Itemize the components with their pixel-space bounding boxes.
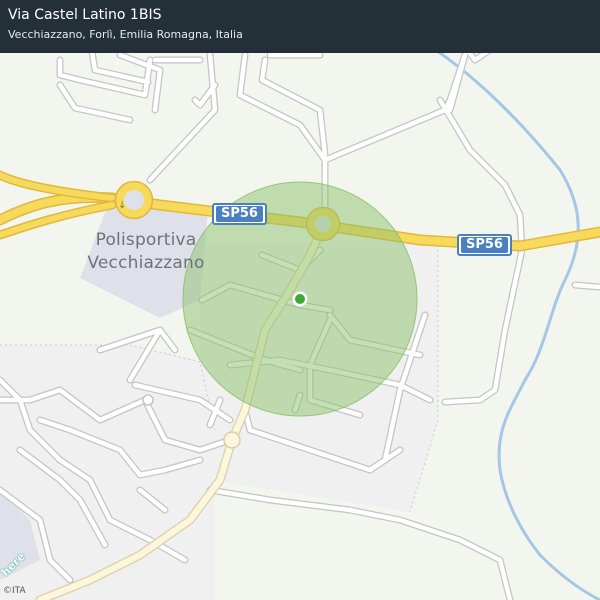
- mini-roundabout: [142, 394, 154, 406]
- poi-label-line2: Vecchiazzano: [87, 253, 205, 273]
- location-dot-center: [295, 294, 305, 304]
- road-label-sp56: SP56: [457, 234, 512, 256]
- map-canvas[interactable]: ↓: [0, 0, 600, 600]
- address-header: Via Castel Latino 1BIS Vecchiazzano, For…: [0, 0, 600, 53]
- address-subtitle: Vecchiazzano, Forlì, Emilia Romagna, Ita…: [8, 28, 243, 41]
- poi-label: Polisportiva Vecchiazzano: [78, 229, 214, 275]
- poi-label-line1: Polisportiva: [95, 230, 197, 250]
- copyright-text: ©ITA: [3, 586, 26, 596]
- direction-arrow-icon: ↓: [118, 200, 126, 211]
- map-app: ↓ SP56 SP56 Polisportiva Vecchiazzano Vi…: [0, 0, 600, 600]
- address-title: Via Castel Latino 1BIS: [8, 7, 162, 23]
- road-label-text: SP56: [461, 237, 508, 253]
- road-label-sp56: SP56: [212, 203, 267, 225]
- road-label-text: SP56: [216, 206, 263, 222]
- mini-roundabout: [223, 431, 241, 449]
